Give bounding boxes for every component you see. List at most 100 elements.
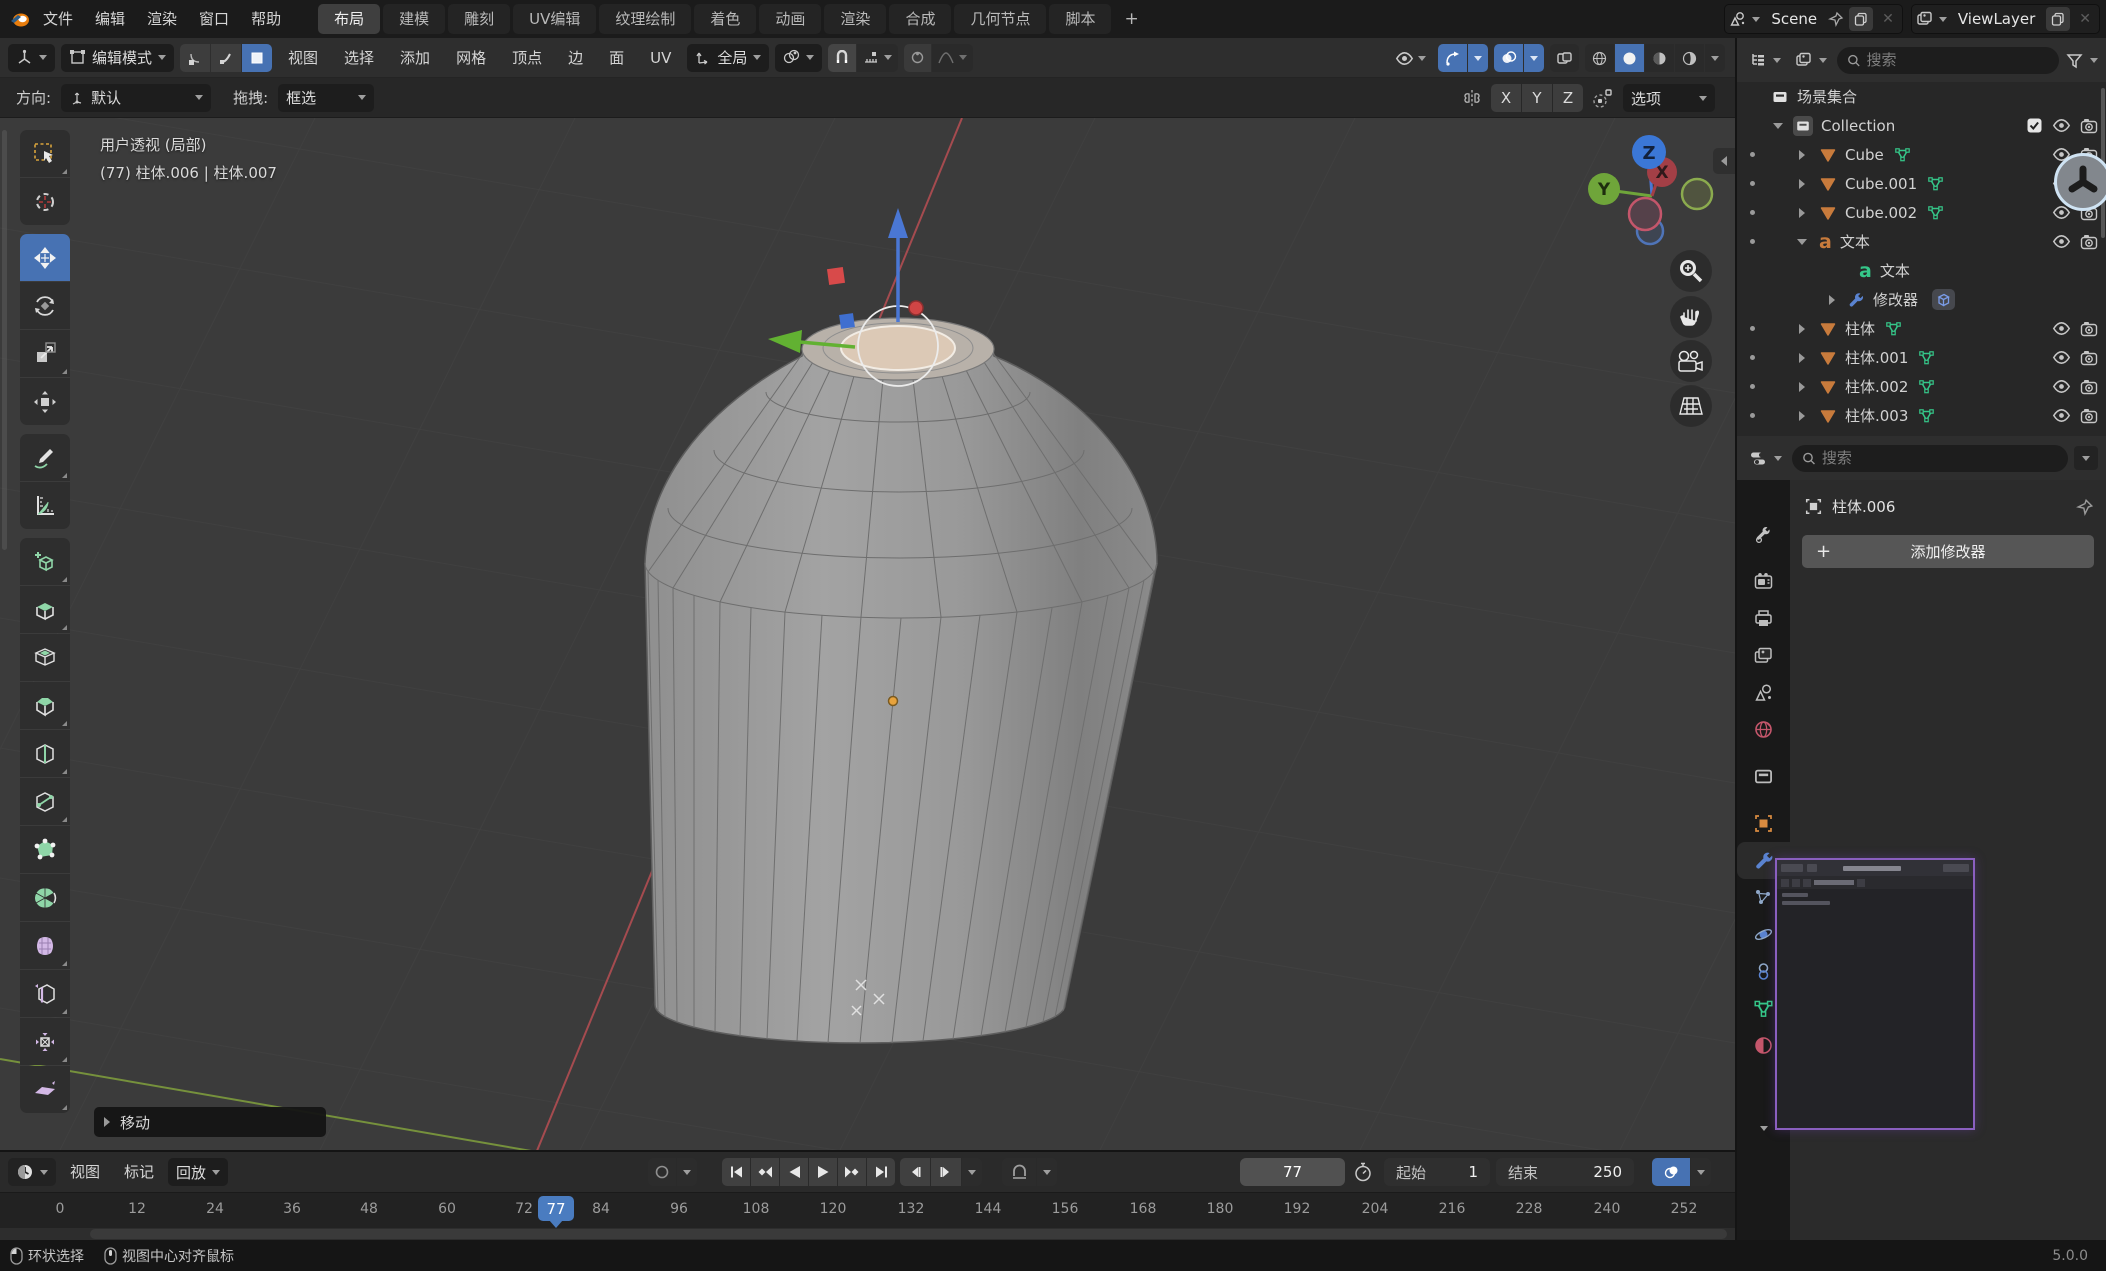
floating-mini-window[interactable] — [1775, 858, 1975, 1130]
menu-mesh[interactable]: 网格 — [446, 38, 496, 78]
cylinder-mesh[interactable] — [645, 318, 1157, 1043]
tab-render[interactable] — [1737, 563, 1790, 600]
pin-icon[interactable] — [2076, 498, 2094, 516]
properties-editor-type-button[interactable] — [1745, 444, 1786, 472]
tool-loop-cut[interactable] — [20, 730, 70, 777]
proportional-edit-button[interactable] — [904, 44, 931, 72]
scene-name[interactable]: Scene — [1765, 10, 1823, 28]
outliner-row-collection[interactable]: Collection — [1737, 111, 2106, 140]
frame-end-field[interactable]: 结束 250 — [1496, 1158, 1634, 1186]
outliner-editor-type-button[interactable] — [1745, 46, 1785, 74]
eye-icon[interactable] — [2052, 406, 2071, 425]
camera-visibility-icon[interactable] — [2080, 378, 2098, 396]
menu-render[interactable]: 渲染 — [136, 0, 188, 38]
show-gizmo-button[interactable] — [1438, 44, 1467, 72]
tool-annotate[interactable] — [20, 434, 70, 481]
ortho-toggle-button[interactable] — [1670, 385, 1712, 427]
camera-visibility-icon[interactable] — [2080, 407, 2098, 425]
timeline-gizmos-chevron-button[interactable] — [1691, 1158, 1711, 1186]
tool-shrink-fatten[interactable] — [20, 1018, 70, 1065]
solid-shading-button[interactable] — [1615, 44, 1644, 72]
outliner-row-cylinder[interactable]: 柱体 — [1737, 314, 2106, 343]
tool-add-cube[interactable] — [20, 538, 70, 585]
menu-face[interactable]: 面 — [599, 38, 634, 78]
tab-scripting[interactable]: 脚本 — [1049, 4, 1111, 34]
viewlayer-name[interactable]: ViewLayer — [1952, 10, 2041, 28]
timeline-gizmos-button[interactable] — [1652, 1158, 1690, 1186]
tool-edge-slide[interactable] — [20, 970, 70, 1017]
outliner-row-cylinder-002[interactable]: 柱体.002 — [1737, 372, 2106, 401]
expand-icon[interactable] — [1799, 179, 1805, 189]
tab-texture-paint[interactable]: 纹理绘制 — [599, 4, 691, 34]
prev-frame-button[interactable] — [900, 1158, 930, 1186]
tool-box-select[interactable] — [20, 130, 70, 177]
mirror-z-button[interactable]: Z — [1553, 84, 1583, 112]
outliner-display-mode-button[interactable] — [1791, 46, 1831, 74]
outliner-row-cylinder-003[interactable]: 柱体.003 — [1737, 401, 2106, 430]
tool-rotate[interactable] — [20, 282, 70, 329]
menu-select[interactable]: 选择 — [334, 38, 384, 78]
outliner-row-cube-002[interactable]: Cube.002 — [1737, 198, 2106, 227]
gizmo-plane-handle-blue[interactable] — [839, 313, 855, 329]
next-frame-button[interactable] — [931, 1158, 961, 1186]
stopwatch-icon[interactable] — [1352, 1161, 1374, 1183]
pin-icon[interactable] — [1828, 11, 1844, 27]
timeline-ruler[interactable]: 0 12 24 36 48 60 72 84 96 108 120 132 14… — [0, 1192, 1735, 1228]
row-label[interactable]: 柱体.002 — [1845, 376, 1908, 397]
outliner-row-text[interactable]: a 文本 — [1737, 227, 2106, 256]
falloff-dropdown[interactable] — [932, 44, 973, 72]
menu-edge[interactable]: 边 — [558, 38, 593, 78]
menu-uv[interactable]: UV — [640, 38, 681, 78]
menu-file[interactable]: 文件 — [32, 0, 84, 38]
outliner-row-scene-collection[interactable]: 场景集合 — [1737, 82, 2106, 111]
tool-knife[interactable] — [20, 778, 70, 825]
properties-search[interactable] — [1792, 445, 2068, 472]
transform-orientation-dropdown[interactable]: 全局 — [687, 44, 769, 72]
snap-toggle-button[interactable] — [828, 44, 856, 72]
tab-output[interactable] — [1737, 600, 1790, 637]
tool-spin[interactable] — [20, 874, 70, 921]
jump-to-end-button[interactable] — [867, 1158, 895, 1186]
mirror-y-button[interactable]: Y — [1522, 84, 1552, 112]
next-keyframe-button[interactable] — [838, 1158, 866, 1186]
timeline-menu-view[interactable]: 视图 — [60, 1152, 110, 1192]
eye-icon[interactable] — [2052, 116, 2071, 135]
tab-modeling[interactable]: 建模 — [383, 4, 445, 34]
pivot-point-dropdown[interactable] — [775, 44, 822, 72]
eye-icon[interactable] — [2052, 377, 2071, 396]
menu-vertex[interactable]: 顶点 — [502, 38, 552, 78]
tab-collection[interactable] — [1737, 758, 1790, 795]
collapse-icon[interactable] — [1797, 239, 1807, 245]
row-label[interactable]: 文本 — [1880, 260, 1910, 281]
camera-visibility-icon[interactable] — [2080, 117, 2098, 135]
subsurf-modifier-badge[interactable] — [1932, 289, 1955, 310]
tab-world[interactable] — [1737, 711, 1790, 748]
row-label[interactable]: 场景集合 — [1797, 86, 1857, 107]
tool-inset-faces[interactable] — [20, 634, 70, 681]
frame-start-field[interactable]: 起始 1 — [1384, 1158, 1490, 1186]
outliner-row-cube-001[interactable]: Cube.001 — [1737, 169, 2106, 198]
expand-icon[interactable] — [1799, 324, 1805, 334]
timeline-editor-type-button[interactable] — [8, 1158, 56, 1186]
material-preview-button[interactable] — [1645, 44, 1674, 72]
play-reverse-button[interactable] — [780, 1158, 808, 1186]
camera-visibility-icon[interactable] — [2080, 320, 2098, 338]
camera-visibility-icon[interactable] — [2080, 233, 2098, 251]
row-label[interactable]: Collection — [1821, 117, 1895, 135]
tab-geometry-nodes[interactable]: 几何节点 — [954, 4, 1046, 34]
timeline-menu-marker[interactable]: 标记 — [114, 1152, 164, 1192]
auto-key-button[interactable] — [648, 1158, 676, 1186]
scene-selector[interactable]: Scene ✕ — [1724, 4, 1902, 34]
menu-view[interactable]: 视图 — [278, 38, 328, 78]
jump-to-start-button[interactable] — [722, 1158, 750, 1186]
edge-select-button[interactable] — [211, 44, 241, 72]
current-frame-field[interactable]: 77 — [1240, 1158, 1345, 1186]
expand-icon[interactable] — [1799, 150, 1805, 160]
row-label[interactable]: 修改器 — [1873, 289, 1918, 310]
eye-icon[interactable] — [2052, 348, 2071, 367]
expand-icon[interactable] — [1799, 208, 1805, 218]
tool-move[interactable] — [20, 234, 70, 281]
timeline-scrollbar[interactable] — [0, 1228, 1735, 1240]
outliner-row-modifiers[interactable]: 修改器 — [1737, 285, 2106, 314]
tool-cursor[interactable] — [20, 178, 70, 225]
